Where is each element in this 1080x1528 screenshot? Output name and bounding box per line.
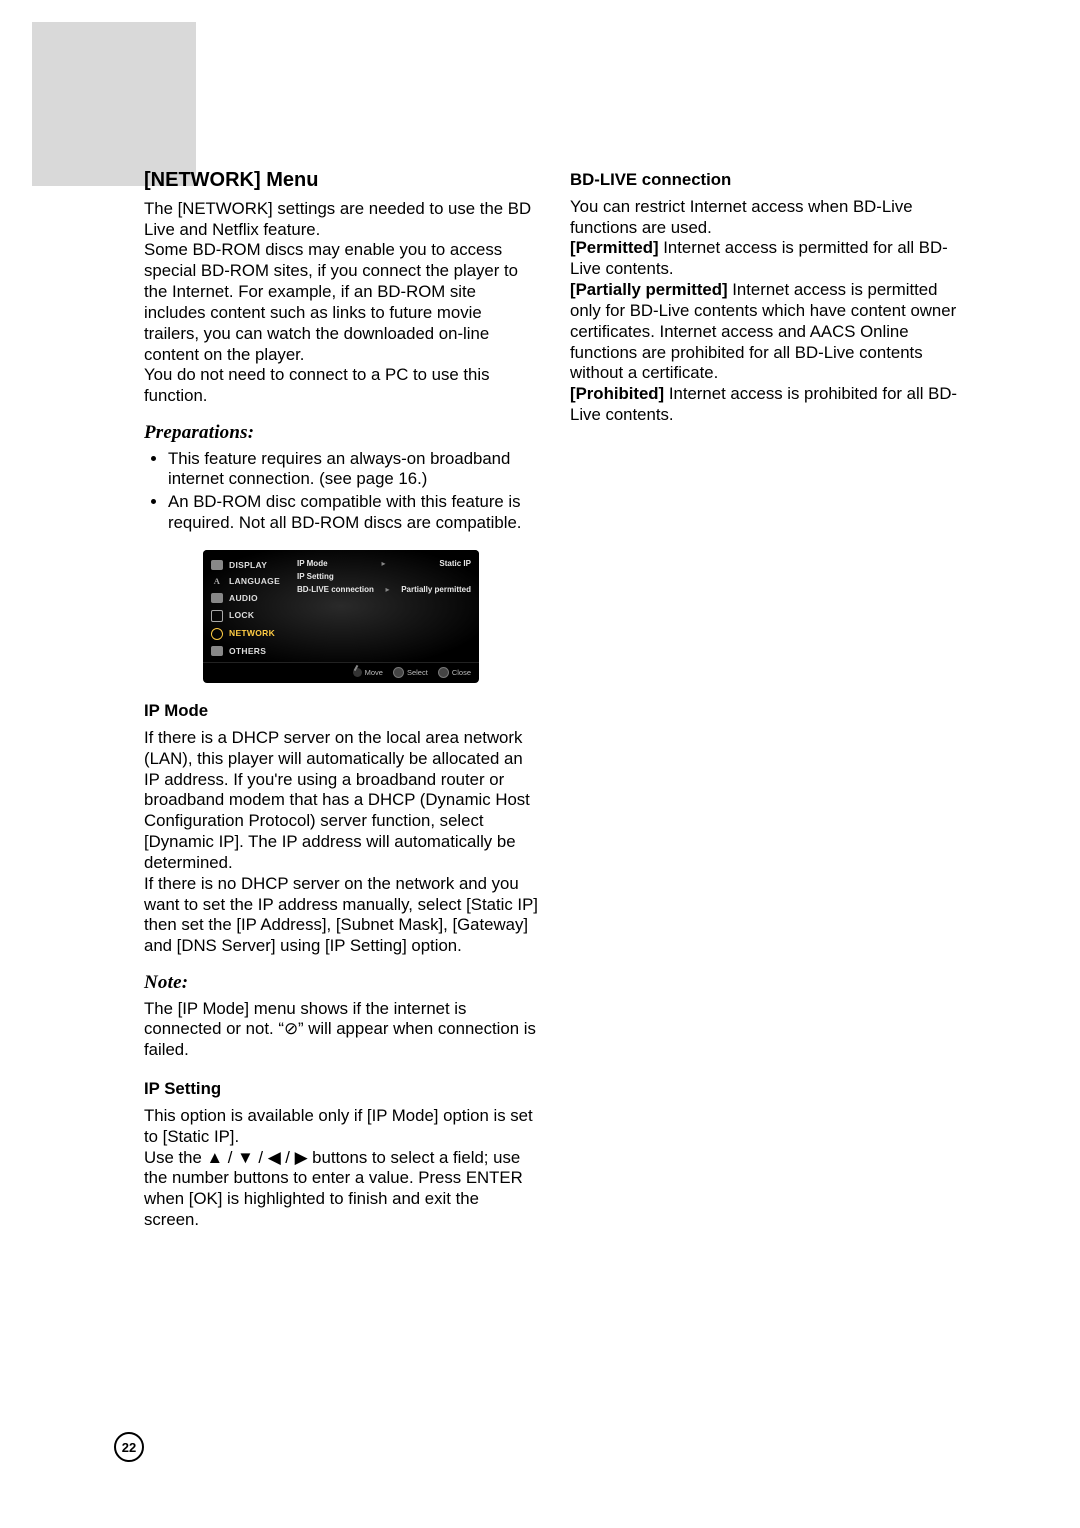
chevron-right-icon: ▸	[381, 559, 385, 569]
display-icon	[211, 560, 223, 570]
page-number-badge: 22	[114, 1432, 144, 1462]
intro-paragraph-2: Some BD-ROM discs may enable you to acce…	[144, 240, 538, 365]
preparations-item-1: This feature requires an always-on broad…	[168, 449, 538, 491]
sidebar-item-others: OTHERS	[211, 644, 287, 659]
bdlive-permitted: [Permitted] Internet access is permitted…	[570, 238, 964, 280]
bdlive-intro: You can restrict Internet access when BD…	[570, 197, 964, 239]
two-column-layout: [NETWORK] Menu The [NETWORK] settings ar…	[144, 168, 964, 1231]
button-icon	[438, 667, 449, 678]
setting-row-ipsetting: IP Setting	[297, 572, 471, 582]
ipsetting-heading: IP Setting	[144, 1079, 538, 1100]
bdlive-heading: BD-LIVE connection	[570, 170, 964, 191]
sidebar-item-language: A LANGUAGE	[211, 574, 287, 589]
footer-hint-move: Move	[353, 668, 383, 677]
audio-icon	[211, 593, 223, 603]
ipmode-heading: IP Mode	[144, 701, 538, 722]
preparations-list: This feature requires an always-on broad…	[144, 449, 538, 534]
ipmode-paragraph-2: If there is no DHCP server on the networ…	[144, 874, 538, 957]
screenshot-body: DISPLAY A LANGUAGE AUDIO LOCK NETWORK OTH…	[203, 550, 479, 662]
sidebar-item-network: NETWORK	[211, 626, 287, 642]
page-number: 22	[122, 1440, 136, 1455]
ipsetting-paragraph-1: This option is available only if [IP Mod…	[144, 1106, 538, 1148]
ipmode-paragraph-1: If there is a DHCP server on the local a…	[144, 728, 538, 874]
screenshot-sidebar: DISPLAY A LANGUAGE AUDIO LOCK NETWORK OTH…	[211, 558, 287, 658]
intro-paragraph-1: The [NETWORK] settings are needed to use…	[144, 199, 538, 241]
setting-row-bdlive: BD-LIVE connection ▸ Partially permitted	[297, 585, 471, 595]
globe-icon	[211, 628, 223, 640]
joystick-icon	[353, 668, 362, 677]
network-menu-screenshot: DISPLAY A LANGUAGE AUDIO LOCK NETWORK OTH…	[203, 550, 479, 683]
partial-label: [Partially permitted]	[570, 280, 728, 299]
sidebar-label: DISPLAY	[229, 560, 267, 571]
screenshot-settings: IP Mode ▸ Static IP IP Setting BD-LIVE c…	[297, 558, 471, 658]
footer-hint-close: Close	[438, 667, 471, 678]
screenshot-footer: Move Select Close	[203, 662, 479, 683]
note-heading: Note:	[144, 971, 538, 995]
prohibited-label: [Prohibited]	[570, 384, 664, 403]
sidebar-label: LANGUAGE	[229, 576, 280, 587]
setting-value: Partially permitted	[401, 585, 471, 595]
others-icon	[211, 646, 223, 656]
footer-label: Move	[365, 668, 383, 677]
note-paragraph: The [IP Mode] menu shows if the internet…	[144, 999, 538, 1061]
ipsetting-paragraph-2: Use the ▲ / ▼ / ◀ / ▶ buttons to select …	[144, 1148, 538, 1231]
intro-paragraph-3: You do not need to connect to a PC to us…	[144, 365, 538, 407]
setting-value: Static IP	[439, 559, 471, 569]
sidebar-label: NETWORK	[229, 628, 275, 639]
setting-label: BD-LIVE connection	[297, 585, 374, 595]
language-icon: A	[211, 576, 223, 587]
permitted-label: [Permitted]	[570, 238, 659, 257]
page: [NETWORK] Menu The [NETWORK] settings ar…	[0, 0, 1080, 1528]
sidebar-label: OTHERS	[229, 646, 266, 657]
setting-label: IP Mode	[297, 559, 328, 569]
ipsetting-text-pre: Use the	[144, 1148, 207, 1167]
section-heading-network: [NETWORK] Menu	[144, 168, 538, 193]
preparations-heading: Preparations:	[144, 421, 538, 445]
bdlive-prohibited: [Prohibited] Internet access is prohibit…	[570, 384, 964, 426]
setting-row-ipmode: IP Mode ▸ Static IP	[297, 559, 471, 569]
prohibit-symbol-icon: ⊘	[284, 1019, 298, 1038]
sidebar-label: LOCK	[229, 610, 254, 621]
setting-label: IP Setting	[297, 572, 334, 582]
footer-label: Select	[407, 668, 428, 677]
chevron-right-icon: ▸	[386, 585, 390, 595]
sidebar-label: AUDIO	[229, 593, 258, 604]
sidebar-item-lock: LOCK	[211, 608, 287, 624]
sidebar-item-audio: AUDIO	[211, 591, 287, 606]
preparations-item-2: An BD-ROM disc compatible with this feat…	[168, 492, 538, 534]
lock-icon	[211, 610, 223, 622]
footer-label: Close	[452, 668, 471, 677]
arrow-keys-symbols: ▲ / ▼ / ◀ / ▶	[207, 1148, 308, 1167]
bdlive-partial: [Partially permitted] Internet access is…	[570, 280, 964, 384]
button-icon	[393, 667, 404, 678]
right-column: BD-LIVE connection You can restrict Inte…	[570, 168, 964, 1231]
sidebar-item-display: DISPLAY	[211, 558, 287, 573]
left-column: [NETWORK] Menu The [NETWORK] settings ar…	[144, 168, 538, 1231]
footer-hint-select: Select	[393, 667, 428, 678]
